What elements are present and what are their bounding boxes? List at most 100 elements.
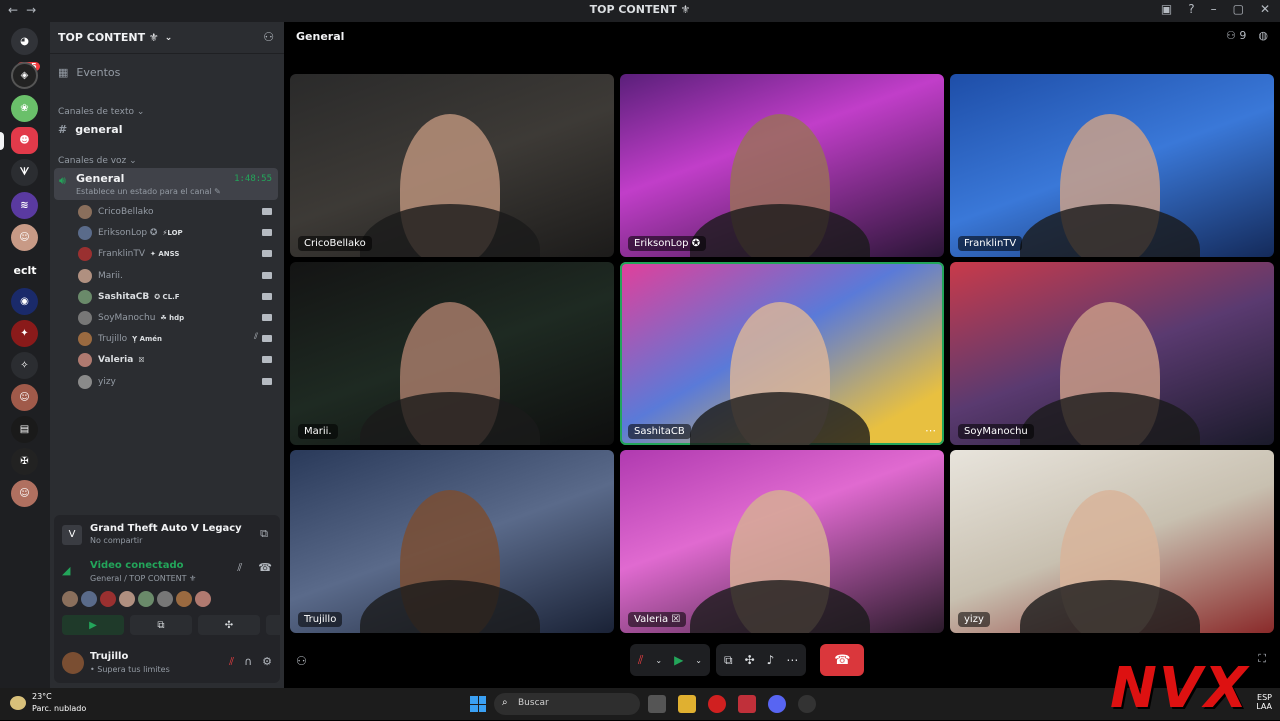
channel-status-placeholder[interactable]: Establece un estado para el canal ✎ (76, 187, 221, 196)
elapsed-timer: 1:48:55 (234, 174, 272, 184)
events-link[interactable]: ▦ Eventos (58, 66, 120, 79)
invite-people-icon[interactable]: ⚇ (263, 30, 274, 44)
voice-member[interactable]: yizy (78, 373, 278, 391)
username[interactable]: Trujillo (90, 651, 128, 662)
soundboard-icon[interactable]: ♪ (767, 653, 775, 667)
voice-member[interactable]: SashitaCB ✪ CL.F (78, 288, 278, 306)
server-icon[interactable]: ✠ (11, 448, 38, 475)
share-screen-icon[interactable]: ⧉ (260, 527, 268, 541)
video-tile[interactable]: yizy (950, 450, 1274, 633)
category-text-channels[interactable]: Canales de texto ⌄ (58, 107, 144, 117)
guild-header[interactable]: TOP CONTENT ⚜ ⌄ ⚇ (50, 22, 284, 54)
participant-video-shoulders (690, 580, 870, 633)
gear-icon[interactable]: ⚙ (262, 655, 272, 669)
discord-icon[interactable] (768, 695, 786, 713)
camera-button[interactable]: ▶ (62, 615, 124, 635)
server-icon[interactable]: ᗐ (11, 159, 38, 186)
voice-channel-general[interactable]: 🔊︎ General Establece un estado para el c… (54, 168, 278, 200)
server-icon[interactable]: ◈ (11, 62, 38, 89)
video-stage: General ⚇ 9 ◍ CricoBellako EriksonLop ✪ Fr… (284, 22, 1280, 688)
participant-video-shoulders (1020, 580, 1200, 633)
close-icon[interactable]: ✕ (1260, 2, 1270, 16)
fullscreen-icon[interactable]: ⛶ (1258, 652, 1266, 666)
category-voice-channels[interactable]: Canales de voz ⌄ (58, 156, 137, 166)
video-tile[interactable]: Valeria ☒ (620, 450, 944, 633)
participant-name-label: Valeria ☒ (628, 612, 687, 627)
voice-member[interactable]: SoyManochu ☘ hdp (78, 309, 278, 327)
more-icon[interactable]: ⋯ (925, 424, 936, 437)
server-icon[interactable]: ◉ (11, 288, 38, 315)
avatar[interactable] (100, 591, 116, 607)
voice-member[interactable]: CricoBellako (78, 203, 278, 221)
server-icon[interactable]: ✦ (11, 320, 38, 347)
video-tile[interactable]: Marii. (290, 262, 614, 445)
video-tile[interactable]: FranklinTV (950, 74, 1274, 257)
server-icon[interactable]: ☺ (11, 480, 38, 507)
voice-member[interactable]: Valeria ☒ (78, 351, 278, 369)
server-icon[interactable]: ▤ (11, 416, 38, 443)
direct-messages-icon[interactable]: ◕ (11, 28, 38, 55)
voice-member[interactable]: Marii. (78, 267, 278, 285)
voice-member[interactable]: EriksonLop ✪ ⚡LOP (78, 224, 278, 242)
video-tile[interactable]: SashitaCB ⋯ (620, 262, 944, 445)
task-view-icon[interactable] (648, 695, 666, 713)
activities-button[interactable]: ✣ (198, 615, 260, 635)
app-icon[interactable] (798, 695, 816, 713)
help-icon[interactable]: ? (1188, 2, 1194, 16)
connection-location[interactable]: General / TOP CONTENT ⚜ (90, 574, 196, 583)
camera-icon[interactable]: ▶ (674, 653, 683, 667)
avatar[interactable] (62, 591, 78, 607)
headphones-icon[interactable]: ∩ (244, 655, 252, 669)
avatar[interactable] (157, 591, 173, 607)
game-share-status: No compartir (90, 536, 143, 545)
avatar[interactable] (81, 591, 97, 607)
mic-muted-icon[interactable]: ⫽ (229, 655, 234, 669)
channel-general[interactable]: # general (58, 123, 122, 136)
chat-icon[interactable]: ◍ (1258, 29, 1268, 42)
chevron-down-icon[interactable]: ⌄ (655, 656, 662, 665)
participants-button[interactable]: ⚇ 9 (1226, 29, 1246, 42)
voice-member[interactable]: FranklinTV ✦ ANSS (78, 245, 278, 263)
system-tray[interactable]: ESP LAA (1256, 693, 1272, 711)
opera-icon[interactable] (708, 695, 726, 713)
participant-count: 9 (1239, 29, 1247, 42)
more-icon[interactable]: ⋯ (786, 653, 798, 667)
app-icon[interactable] (738, 695, 756, 713)
noise-suppression-icon[interactable]: ⫽ (237, 561, 242, 575)
server-icon[interactable]: ☻ (11, 127, 38, 154)
minimize-icon[interactable]: – (1211, 2, 1217, 16)
chevron-down-icon[interactable]: ⌄ (695, 656, 702, 665)
taskbar-search[interactable]: ⌕ Buscar (494, 693, 640, 715)
video-tile[interactable]: EriksonLop ✪ (620, 74, 944, 257)
video-tile[interactable]: Trujillo (290, 450, 614, 633)
disconnect-icon[interactable]: ☎ (258, 561, 272, 575)
server-icon[interactable]: ≋ (11, 192, 38, 219)
server-icon[interactable]: ☺ (11, 224, 38, 251)
discord-app: ← → TOP CONTENT ⚜ ▣ ? – ▢ ✕ ◕ 645 ◈ ❀ ☻ … (0, 0, 1280, 721)
maximize-icon[interactable]: ▢ (1233, 2, 1244, 16)
video-tile[interactable]: SoyManochu (950, 262, 1274, 445)
file-explorer-icon[interactable] (678, 695, 696, 713)
server-icon[interactable]: ☺ (11, 384, 38, 411)
activities-icon[interactable]: ✣ (745, 653, 755, 667)
mic-muted-icon[interactable]: ⫽ (638, 653, 643, 668)
avatar[interactable] (176, 591, 192, 607)
avatar[interactable] (138, 591, 154, 607)
video-tile[interactable]: CricoBellako (290, 74, 614, 257)
participant-video-shoulders (690, 204, 870, 257)
participant-name-label: yizy (958, 612, 990, 627)
avatar[interactable] (195, 591, 211, 607)
server-icon[interactable]: ❀ (11, 95, 38, 122)
avatar[interactable] (62, 652, 84, 674)
invite-icon[interactable]: ⚇ (296, 654, 307, 668)
share-screen-button[interactable]: ⧉ (130, 615, 192, 635)
avatar[interactable] (119, 591, 135, 607)
disconnect-button[interactable]: ☎ (820, 644, 865, 676)
server-text-icon[interactable]: eclt (9, 257, 41, 284)
server-icon[interactable]: ✧ (11, 352, 38, 379)
screen-share-icon[interactable]: ⧉ (724, 653, 733, 668)
windows-start-icon[interactable] (470, 696, 486, 712)
voice-member[interactable]: Trujillo Ỵ Amén ⫽ (78, 330, 278, 348)
signal-icon[interactable]: ◢ (62, 564, 70, 577)
inbox-icon[interactable]: ▣ (1161, 2, 1172, 16)
